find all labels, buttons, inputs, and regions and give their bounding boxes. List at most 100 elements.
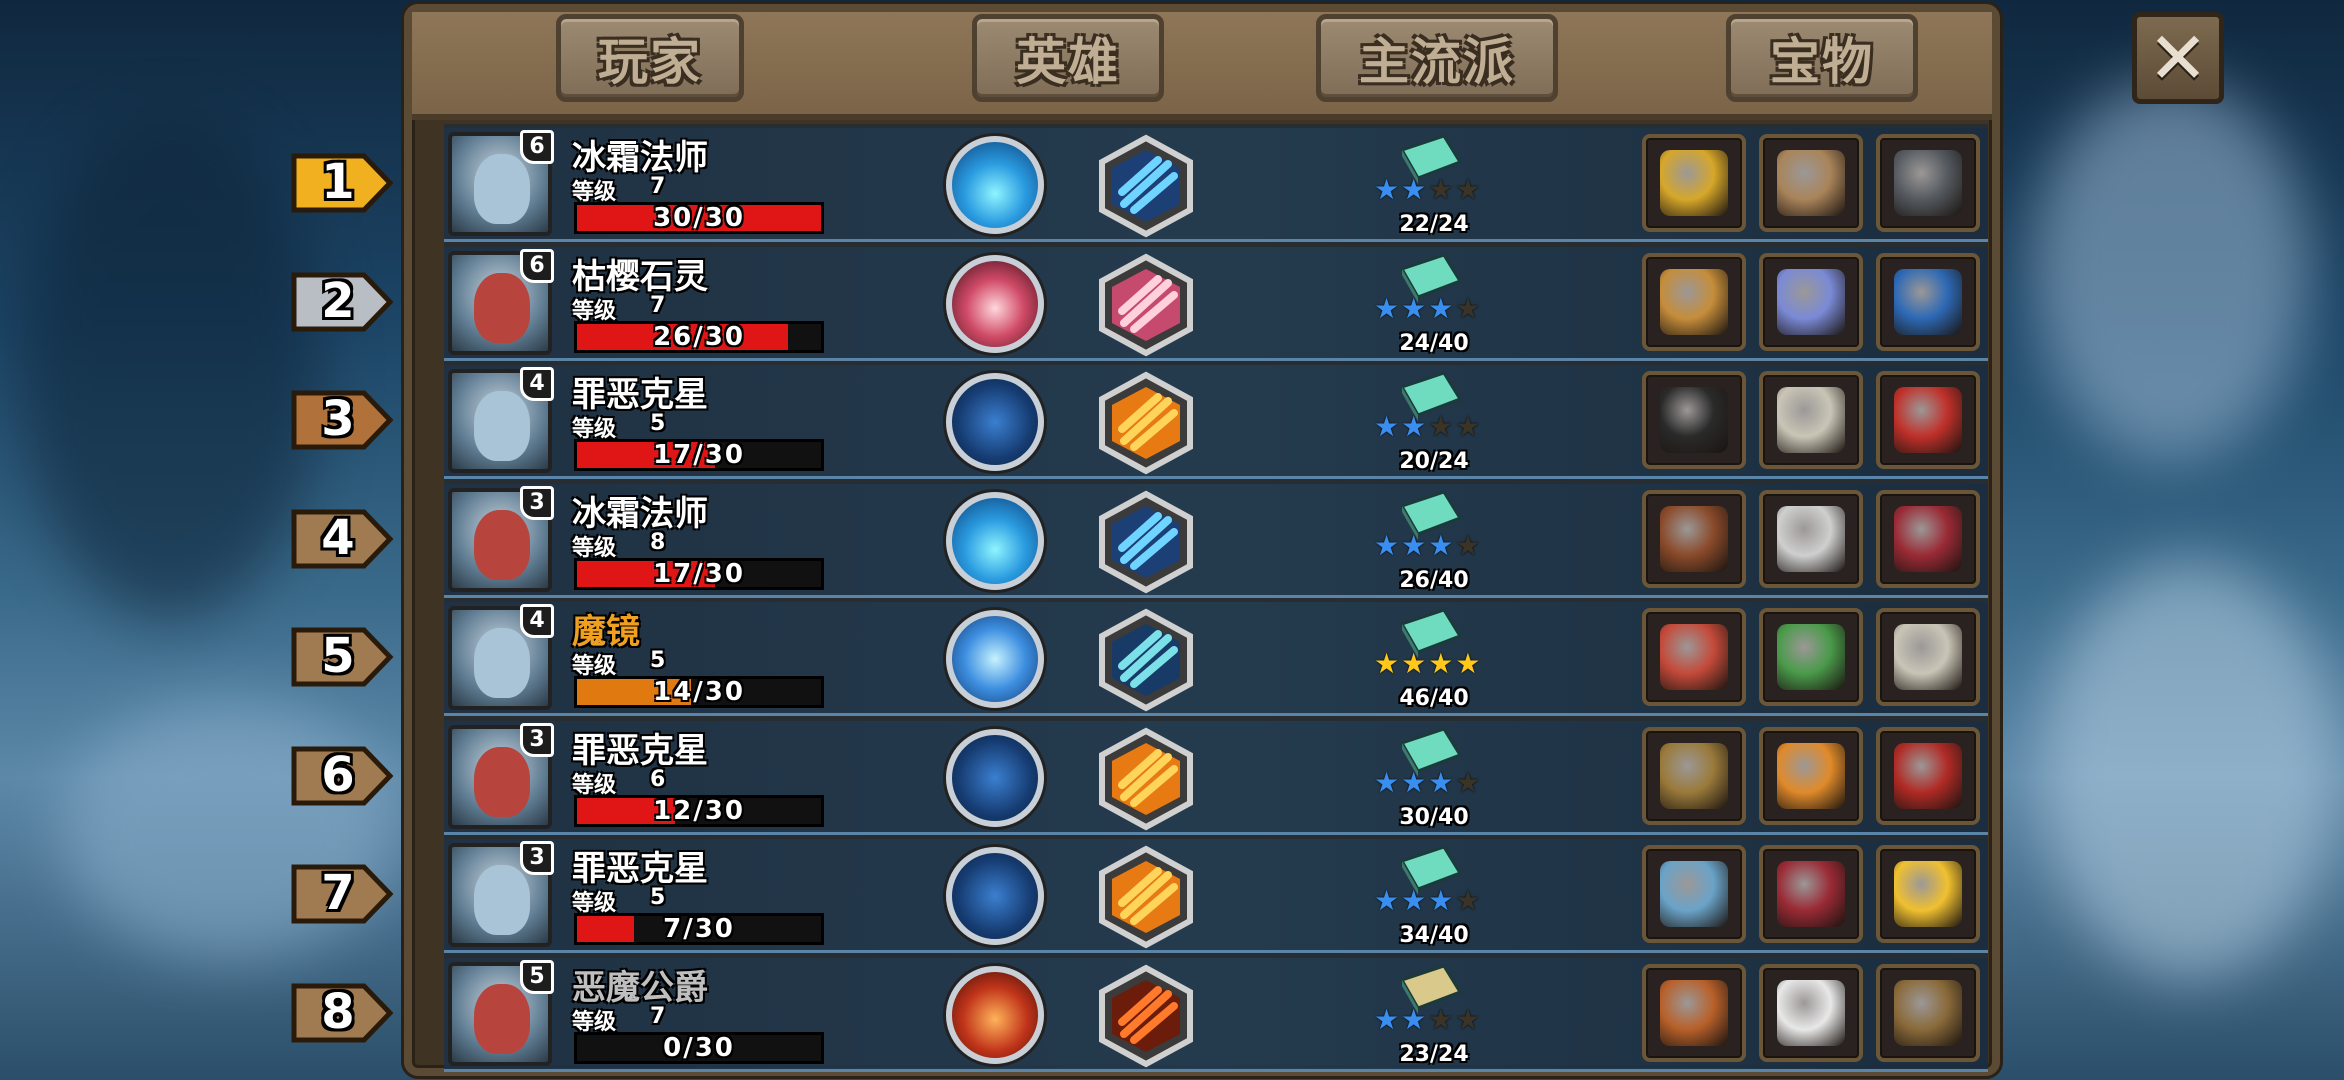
golden-crown-icon[interactable]: [1876, 845, 1980, 943]
school-stars: ★ ★ ★ ★: [1374, 1002, 1494, 1036]
tab-treasure[interactable]: 宝物: [1726, 14, 1918, 102]
item-graphic: [1660, 387, 1728, 453]
star-icon: ★: [1401, 173, 1427, 206]
star-icon: ★: [1401, 1002, 1427, 1036]
rank-number: 8: [321, 983, 355, 1040]
golden-chalice-icon[interactable]: [1642, 134, 1746, 232]
talent-hex-icon[interactable]: [1094, 371, 1198, 475]
dark-tablet-icon[interactable]: [1876, 134, 1980, 232]
coral-icon[interactable]: [1642, 608, 1746, 706]
first-aid-kit-icon[interactable]: [1759, 963, 1863, 1062]
star-tome-icon[interactable]: [1876, 489, 1980, 588]
star-icon: ★: [1401, 884, 1427, 917]
hp-text: 12/30: [653, 795, 745, 826]
vip-card-icon[interactable]: [1759, 726, 1863, 825]
skill-orb-icon[interactable]: [946, 610, 1044, 708]
skill-orb-icon[interactable]: [946, 136, 1044, 234]
skill-orb-icon[interactable]: [946, 491, 1044, 590]
talent-hex-icon[interactable]: [1094, 490, 1198, 594]
skill-orb-icon[interactable]: [946, 728, 1044, 827]
talent-hex-icon[interactable]: [1094, 845, 1198, 949]
rank-number: 6: [321, 746, 355, 803]
skill-orb-icon[interactable]: [946, 847, 1044, 945]
school-stars: ★ ★ ★ ★: [1374, 765, 1494, 799]
talent-hex-icon[interactable]: [1094, 964, 1198, 1068]
hero-name: 枯樱石灵: [572, 256, 708, 297]
hero-face: [474, 391, 530, 461]
treasure-chest-icon[interactable]: [1876, 252, 1980, 351]
skill-orb-icon[interactable]: [946, 965, 1044, 1064]
hero-portrait[interactable]: 4: [448, 604, 554, 710]
hp-text: 0/30: [663, 1032, 735, 1063]
balance-scale-icon[interactable]: [1759, 134, 1863, 232]
tab-hero[interactable]: 英雄: [972, 14, 1164, 102]
skill-orb-icon[interactable]: [946, 254, 1044, 353]
hero-level: 7: [650, 1003, 666, 1029]
silver-coin-icon[interactable]: [1759, 371, 1863, 469]
boot-icon[interactable]: [1759, 489, 1863, 588]
rank-badge: 6: [290, 743, 396, 809]
hero-portrait[interactable]: 3: [448, 485, 554, 592]
hero-portrait[interactable]: 5: [448, 959, 554, 1066]
item-graphic: [1660, 150, 1728, 216]
item-graphic: [1777, 624, 1845, 690]
background-shape: [2040, 560, 2340, 980]
leather-armor-icon[interactable]: [1642, 489, 1746, 588]
star-level-badge: 3: [520, 485, 554, 520]
talent-hex-icon[interactable]: [1094, 253, 1198, 357]
hero-portrait[interactable]: 4: [448, 367, 554, 473]
rank-badge: 3: [290, 387, 396, 453]
green-books-icon[interactable]: [1759, 608, 1863, 706]
rocket-boot-icon[interactable]: [1876, 726, 1980, 825]
star-icon: ★: [1428, 173, 1454, 206]
item-graphic: [1660, 624, 1728, 690]
hero-portrait[interactable]: 3: [448, 722, 554, 829]
school-score: 22/24: [1399, 212, 1469, 237]
star-level-badge: 3: [520, 841, 554, 875]
school-stars: ★ ★ ★ ★: [1374, 650, 1494, 678]
hero-portrait[interactable]: 6: [448, 248, 554, 355]
hp-bar: 12/30: [574, 794, 824, 827]
star-tome-icon[interactable]: [1759, 845, 1863, 943]
wand-icon[interactable]: [1642, 726, 1746, 825]
hp-bar: 7/30: [574, 913, 824, 945]
tab-player[interactable]: 玩家: [556, 14, 744, 102]
item-graphic: [1660, 505, 1728, 572]
rank-badge: 8: [290, 980, 396, 1046]
hero-portrait[interactable]: 3: [448, 841, 554, 947]
school-stars: ★ ★ ★ ★: [1374, 528, 1494, 562]
robot-icon[interactable]: [1642, 845, 1746, 943]
hp-text: 26/30: [653, 321, 745, 352]
skill-orb-icon[interactable]: [946, 373, 1044, 471]
talent-hex-icon[interactable]: [1094, 134, 1198, 238]
star-level-badge: 4: [520, 367, 554, 401]
tab-school[interactable]: 主流派: [1316, 14, 1558, 102]
talent-hex-icon[interactable]: [1094, 608, 1198, 712]
school-score: 30/40: [1399, 804, 1469, 830]
hp-text: 14/30: [653, 677, 745, 707]
telescope-icon[interactable]: [1876, 963, 1980, 1062]
red-spellbook-icon[interactable]: [1876, 371, 1980, 469]
star-level-badge: 4: [520, 604, 554, 638]
rank-number: 3: [321, 391, 355, 447]
talent-hex-icon[interactable]: [1094, 727, 1198, 831]
silver-coin-icon[interactable]: [1876, 608, 1980, 706]
item-graphic: [1894, 624, 1962, 690]
hero-portrait[interactable]: 6: [448, 130, 554, 236]
hp-bar: 30/30: [574, 202, 824, 234]
star-icon: ★: [1455, 884, 1481, 917]
hp-bar: 17/30: [574, 439, 824, 471]
hp-text: 30/30: [653, 203, 745, 233]
gem-ring-icon[interactable]: [1759, 252, 1863, 351]
hero-face: [474, 746, 530, 817]
broom-icon[interactable]: [1642, 252, 1746, 351]
star-icon: ★: [1455, 647, 1481, 680]
star-icon: ★: [1401, 765, 1427, 799]
feather-hat-icon[interactable]: [1642, 371, 1746, 469]
star-icon: ★: [1428, 528, 1454, 562]
star-icon: ★: [1401, 291, 1427, 325]
star-icon: ★: [1455, 410, 1481, 443]
item-graphic: [1777, 861, 1845, 927]
close-button[interactable]: ✕: [2132, 12, 2224, 104]
fruit-bowl-icon[interactable]: [1642, 963, 1746, 1062]
